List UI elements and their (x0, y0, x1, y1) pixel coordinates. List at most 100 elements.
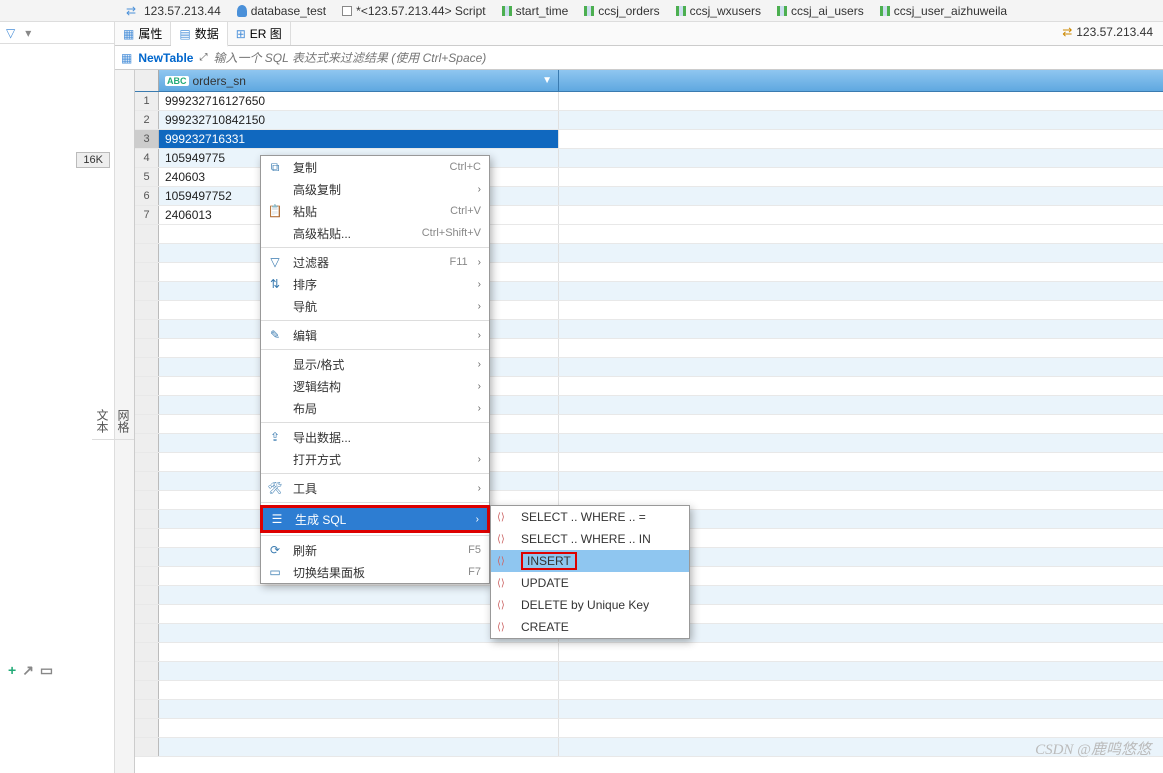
filter-input[interactable] (213, 51, 1157, 65)
sidetab-text[interactable]: 文本 (92, 403, 113, 440)
menu-paste[interactable]: 📋粘贴Ctrl+V (261, 200, 489, 222)
menu-togglepanel[interactable]: ▭切换结果面板F7 (261, 561, 489, 583)
plus-icon[interactable]: + (8, 662, 16, 679)
copy-icon: ⧉ (267, 159, 283, 175)
column-header-orders-sn[interactable]: ABC orders_sn ▼ (159, 70, 559, 91)
panel-icon: ▭ (267, 564, 283, 580)
menu-nav[interactable]: 导航› (261, 295, 489, 317)
tab-er[interactable]: ⊞ER 图 (228, 22, 291, 45)
submenu-select-where-in[interactable]: ⟨⟩SELECT .. WHERE .. IN (491, 528, 689, 550)
chevron-down-icon[interactable]: ▾ (25, 26, 31, 40)
sql-icon: ⟨⟩ (497, 622, 513, 633)
connection-icon: ⇄ (126, 4, 140, 18)
row-number (135, 358, 159, 376)
row-number[interactable]: 7 (135, 206, 159, 224)
menu-adv-copy[interactable]: 高级复制› (261, 178, 489, 200)
tab-aiusers[interactable]: ccsj_ai_users (769, 2, 872, 20)
menu-layout[interactable]: 布局› (261, 397, 489, 419)
table-row[interactable]: 3999232716331 (135, 130, 1163, 149)
database-icon (237, 5, 247, 17)
tab-database[interactable]: database_test (229, 2, 334, 20)
menu-tools[interactable]: 🛠工具› (261, 477, 489, 499)
empty-row (135, 681, 1163, 700)
menu-copy[interactable]: ⧉复制Ctrl+C (261, 156, 489, 178)
tab-script[interactable]: *<123.57.213.44> Script (334, 2, 493, 20)
row-number (135, 415, 159, 433)
sidetab-grid[interactable]: 网格 (113, 403, 134, 440)
gen-sql-submenu: ⟨⟩SELECT .. WHERE .. = ⟨⟩SELECT .. WHERE… (490, 505, 690, 639)
empty-cell (159, 681, 559, 699)
chevron-right-icon: › (478, 301, 481, 312)
left-bottom-tools: + ↗ ▭ (0, 658, 61, 683)
row-number (135, 567, 159, 585)
column-icon (777, 6, 787, 16)
row-number (135, 244, 159, 262)
sql-icon: ⟨⟩ (497, 556, 513, 567)
context-menu: ⧉复制Ctrl+C 高级复制› 📋粘贴Ctrl+V 高级粘贴...Ctrl+Sh… (260, 155, 490, 584)
row-number[interactable]: 6 (135, 187, 159, 205)
row-number (135, 510, 159, 528)
props-icon[interactable]: ▭ (40, 662, 53, 679)
row-number (135, 396, 159, 414)
menu-gen-sql[interactable]: ☰生成 SQL› (263, 508, 487, 530)
submenu-select-where-eq[interactable]: ⟨⟩SELECT .. WHERE .. = (491, 506, 689, 528)
chevron-right-icon: › (478, 403, 481, 414)
tab-aizhuweila[interactable]: ccsj_user_aizhuweila (872, 2, 1015, 20)
cell-orders-sn[interactable]: 999232716331 (159, 130, 559, 148)
empty-cell (159, 738, 559, 756)
dropdown-icon[interactable]: ▼ (542, 75, 552, 86)
row-number[interactable]: 2 (135, 111, 159, 129)
table-row[interactable]: 2999232710842150 (135, 111, 1163, 130)
table-icon: ▦ (121, 51, 132, 65)
menu-adv-paste[interactable]: 高级粘贴...Ctrl+Shift+V (261, 222, 489, 244)
share-icon[interactable]: ↗ (22, 662, 34, 679)
menu-openwith[interactable]: 打开方式› (261, 448, 489, 470)
row-number (135, 662, 159, 680)
menu-filter[interactable]: ▽过滤器F11› (261, 251, 489, 273)
size-badge: 16K (76, 152, 110, 168)
chevron-right-icon: › (478, 279, 481, 290)
row-number (135, 738, 159, 756)
empty-cell (159, 719, 559, 737)
menu-separator (261, 349, 489, 350)
filter-toggle-icon[interactable]: ▽ (6, 26, 15, 40)
view-tabs: ▦属性 ▤数据 ⊞ER 图 ⇄123.57.213.44 (115, 22, 1163, 46)
expand-icon[interactable]: ⤢ (199, 52, 207, 63)
menu-edit[interactable]: ✎编辑› (261, 324, 489, 346)
tab-orders[interactable]: ccsj_orders (576, 2, 667, 20)
submenu-create[interactable]: ⟨⟩CREATE (491, 616, 689, 638)
row-number[interactable]: 4 (135, 149, 159, 167)
tab-starttime[interactable]: start_time (494, 2, 577, 20)
blank-icon (267, 378, 283, 394)
cell-orders-sn[interactable]: 999232716127650 (159, 92, 559, 110)
row-number[interactable]: 3 (135, 130, 159, 148)
empty-row (135, 643, 1163, 662)
tab-properties[interactable]: ▦属性 (115, 22, 171, 45)
menu-export[interactable]: ⇪导出数据... (261, 426, 489, 448)
row-number[interactable]: 5 (135, 168, 159, 186)
rownum-header[interactable] (135, 70, 159, 91)
submenu-update[interactable]: ⟨⟩UPDATE (491, 572, 689, 594)
column-icon (502, 6, 512, 16)
row-number (135, 225, 159, 243)
menu-logic[interactable]: 逻辑结构› (261, 375, 489, 397)
row-number (135, 453, 159, 471)
newtable-label[interactable]: NewTable (138, 51, 193, 65)
column-icon (584, 6, 594, 16)
tab-data[interactable]: ▤数据 (171, 22, 227, 47)
table-row[interactable]: 1999232716127650 (135, 92, 1163, 111)
connection-label[interactable]: ⇄123.57.213.44 (1062, 25, 1153, 39)
menu-display[interactable]: 显示/格式› (261, 353, 489, 375)
tab-conn[interactable]: ⇄123.57.213.44 (118, 2, 229, 20)
menu-sort[interactable]: ⇅排序› (261, 273, 489, 295)
blank-icon (267, 400, 283, 416)
submenu-insert[interactable]: ⟨⟩INSERT (491, 550, 689, 572)
tab-wxusers[interactable]: ccsj_wxusers (668, 2, 769, 20)
side-tabs: 网格 文本 (115, 70, 135, 773)
cell-orders-sn[interactable]: 999232710842150 (159, 111, 559, 129)
submenu-delete[interactable]: ⟨⟩DELETE by Unique Key (491, 594, 689, 616)
empty-row (135, 738, 1163, 757)
menu-refresh[interactable]: ⟳刷新F5 (261, 539, 489, 561)
chevron-right-icon: › (478, 381, 481, 392)
row-number[interactable]: 1 (135, 92, 159, 110)
